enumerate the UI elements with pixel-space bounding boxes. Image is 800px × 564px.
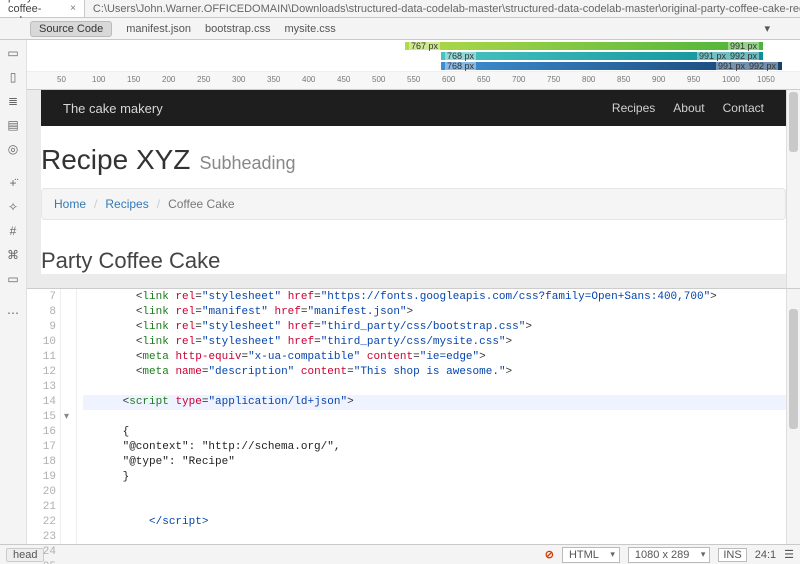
page-preview: The cake makery Recipes About Contact Re… bbox=[27, 90, 800, 288]
fold-gutter[interactable]: ▾ bbox=[61, 289, 77, 544]
stylesheet-link[interactable]: mysite.css bbox=[284, 23, 335, 35]
code-text[interactable]: <link rel="stylesheet" href="https://fon… bbox=[77, 289, 800, 544]
brand[interactable]: The cake makery bbox=[63, 101, 163, 116]
dom-path[interactable]: head bbox=[6, 548, 44, 562]
language-select[interactable]: HTML bbox=[562, 547, 620, 563]
source-subtabs: Source Code manifest.json bootstrap.css … bbox=[0, 18, 800, 40]
bp-to: 991 px bbox=[697, 51, 728, 61]
hash-icon[interactable]: # bbox=[5, 224, 21, 238]
breakpoint-bar-teal[interactable]: 768 px 991 px 992 px bbox=[441, 52, 763, 60]
breakpoint-bars: 767 px 991 px 768 px 991 px 992 px 768 p… bbox=[27, 40, 800, 72]
crumb-home[interactable]: Home bbox=[54, 197, 86, 211]
code-editor[interactable]: 7891011121314151617181920212223242526 ▾ … bbox=[27, 288, 800, 544]
ruler: 50 100 150 200 250 300 350 400 450 500 5… bbox=[27, 72, 800, 90]
crumb-active: Coffee Cake bbox=[168, 197, 235, 211]
preview-scrollbar[interactable] bbox=[786, 90, 800, 288]
source-code-button[interactable]: Source Code bbox=[30, 21, 112, 37]
page-subtitle: Subheading bbox=[199, 153, 295, 173]
page-heading: Recipe XYZ Subheading bbox=[41, 144, 786, 188]
code-scrollbar[interactable] bbox=[786, 289, 800, 544]
nav-link[interactable]: Recipes bbox=[612, 101, 655, 115]
layers-icon[interactable]: ≣ bbox=[5, 94, 21, 108]
fold-toggle-icon[interactable]: ▾ bbox=[64, 410, 69, 425]
site-navbar: The cake makery Recipes About Contact bbox=[41, 90, 786, 126]
crumb-recipes[interactable]: Recipes bbox=[105, 197, 148, 211]
bp-from: 767 px bbox=[409, 41, 440, 51]
comment-icon[interactable]: ▭ bbox=[5, 272, 21, 286]
bp-from: 768 px bbox=[445, 51, 476, 61]
settings-icon[interactable]: ☰ bbox=[784, 548, 794, 561]
insert-mode-button[interactable]: INS bbox=[718, 548, 746, 562]
breadcrumb: Home/ Recipes/ Coffee Cake bbox=[41, 188, 786, 220]
document-tabbar: original-party-coffee-cake-recipe.html* … bbox=[0, 0, 800, 18]
nav-link[interactable]: Contact bbox=[723, 101, 764, 115]
section-heading: Party Coffee Cake bbox=[41, 248, 786, 274]
stylesheet-link[interactable]: manifest.json bbox=[126, 23, 191, 35]
stylesheet-link[interactable]: bootstrap.css bbox=[205, 23, 270, 35]
phone-icon[interactable]: ▯ bbox=[5, 70, 21, 84]
target-icon[interactable]: ◎ bbox=[5, 142, 21, 156]
close-icon[interactable]: × bbox=[70, 3, 76, 14]
chat-icon[interactable]: ⌘ bbox=[5, 248, 21, 262]
left-tool-rail: ▭ ▯ ≣ ▤ ◎ +̈ ✧ # ⌘ ▭ ⋯ bbox=[0, 40, 27, 544]
add-icon[interactable]: +̈ bbox=[5, 176, 21, 190]
page-title: Recipe XYZ bbox=[41, 144, 190, 175]
tab-label: C:\Users\John.Warner.OFFICEDOMAIN\Downlo… bbox=[93, 3, 800, 15]
line-gutter: 7891011121314151617181920212223242526 bbox=[27, 289, 61, 544]
error-icon[interactable]: ⊘ bbox=[545, 548, 554, 561]
bp-to: 991 px bbox=[716, 61, 747, 71]
bp-to: 992 px bbox=[728, 51, 759, 61]
document-tab[interactable]: C:\Users\John.Warner.OFFICEDOMAIN\Downlo… bbox=[85, 0, 800, 17]
page-icon[interactable]: ▭ bbox=[5, 46, 21, 60]
filter-icon[interactable]: ▾ bbox=[764, 22, 770, 35]
breakpoint-bar-blue[interactable]: 768 px 991 px 992 px bbox=[441, 62, 782, 70]
more-icon[interactable]: ⋯ bbox=[5, 306, 21, 320]
breakpoint-bar-green[interactable]: 767 px 991 px bbox=[405, 42, 763, 50]
cursor-position: 24:1 bbox=[755, 549, 776, 561]
blocks-icon[interactable]: ▤ bbox=[5, 118, 21, 132]
document-tab-active[interactable]: original-party-coffee-cake-recipe.html* … bbox=[0, 0, 85, 17]
status-bar: head ⊘ HTML 1080 x 289 INS 24:1 ☰ bbox=[0, 544, 800, 564]
bp-from: 768 px bbox=[445, 61, 476, 71]
viewport-size-select[interactable]: 1080 x 289 bbox=[628, 547, 710, 563]
star-icon[interactable]: ✧ bbox=[5, 200, 21, 214]
nav-link[interactable]: About bbox=[673, 101, 704, 115]
bp-to: 991 px bbox=[728, 41, 759, 51]
bp-to: 992 px bbox=[747, 61, 778, 71]
